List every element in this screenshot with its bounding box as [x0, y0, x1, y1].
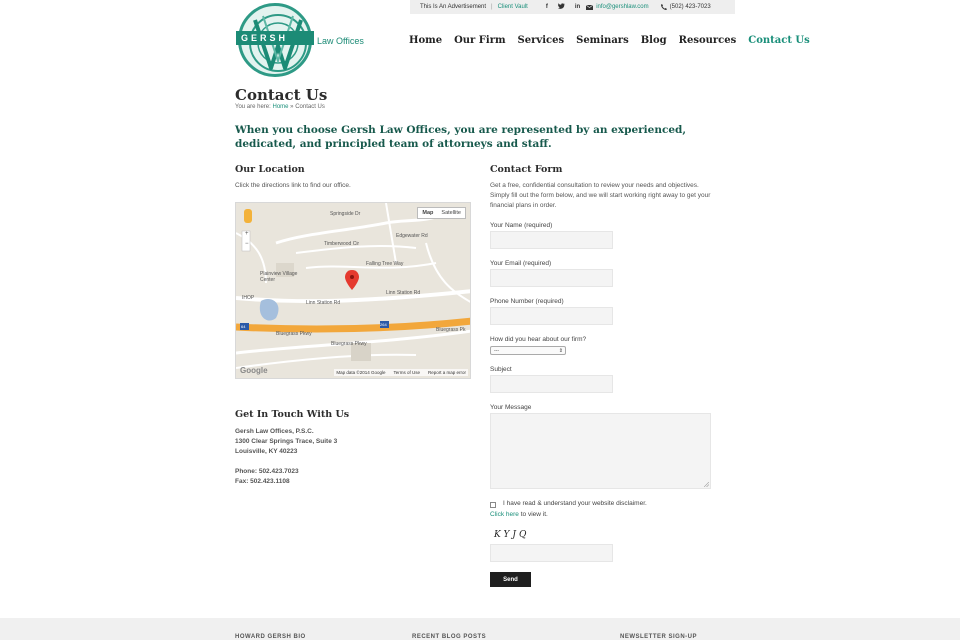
nav-resources[interactable]: Resources — [679, 35, 737, 46]
main-nav: Home Our Firm Services Seminars Blog Res… — [409, 35, 810, 46]
name-label: Your Name (required) — [490, 222, 553, 229]
linkedin-icon[interactable]: in — [575, 4, 580, 10]
message-label: Your Message — [490, 404, 532, 411]
resize-handle-icon[interactable] — [704, 482, 709, 487]
logo-text: Law Offices — [317, 36, 364, 46]
map-label-bluegrass-pkwy: Bluegrass Pkwy — [331, 341, 367, 347]
breadcrumb-current: Contact Us — [295, 104, 325, 110]
map-label-bluegrass-pk: Bluegrass Pk — [436, 327, 466, 333]
subject-input[interactable] — [490, 375, 613, 393]
hear-label: How did you hear about our firm? — [490, 336, 587, 343]
nav-blog[interactable]: Blog — [641, 35, 667, 46]
map-zoom-out[interactable]: − — [245, 241, 249, 247]
map-report-link[interactable]: Report a map error — [428, 370, 466, 375]
email-label: Your Email (required) — [490, 260, 552, 267]
office-fax: Fax: 502.423.1108 — [235, 478, 290, 485]
map-label-plainview: Plainview Village Center — [260, 271, 298, 283]
form-heading: Contact Form — [490, 164, 563, 175]
name-input[interactable] — [490, 231, 613, 249]
logo-band: GERSH — [236, 31, 314, 45]
message-textarea[interactable] — [490, 413, 711, 489]
disclaimer-view-text: to view it. — [520, 511, 548, 518]
phone-text[interactable]: (502) 423-7023 — [670, 4, 711, 10]
office-address: Gersh Law Offices, P.S.C. 1300 Clear Spr… — [235, 427, 337, 487]
map-type-toggle: Map Satellite — [417, 207, 466, 219]
disclaimer-click-here-link[interactable]: Click here — [490, 511, 519, 518]
touch-heading: Get In Touch With Us — [235, 409, 350, 420]
location-subtext: Click the directions link to find our of… — [235, 182, 351, 189]
hear-select[interactable]: --- ⇕ — [490, 346, 566, 355]
phone-input[interactable] — [490, 307, 613, 325]
footer: HOWARD GERSH BIO RECENT BLOG POSTS NEWSL… — [0, 618, 960, 640]
map-terms-link[interactable]: Terms of Use — [393, 370, 420, 375]
subject-label: Subject — [490, 366, 512, 373]
email-text[interactable]: info@gershlaw.com — [596, 4, 648, 10]
captcha-image: KYJQ — [494, 530, 530, 540]
form-description: Get a free, confidential consultation to… — [490, 182, 711, 209]
breadcrumb-prefix: You are here: — [235, 104, 271, 110]
nav-home[interactable]: Home — [409, 35, 442, 46]
client-vault-link[interactable]: Client Vault — [498, 4, 528, 10]
breadcrumb-home[interactable]: Home — [272, 104, 288, 110]
address-line-2: 1300 Clear Springs Trace, Suite 3 — [235, 438, 338, 445]
nav-contact-us[interactable]: Contact Us — [748, 35, 810, 46]
map-type-satellite[interactable]: Satellite — [437, 208, 465, 218]
phone-icon — [660, 4, 667, 10]
footer-col-newsletter: NEWSLETTER SIGN-UP — [620, 634, 698, 640]
email-link[interactable]: info@gershlaw.com — [586, 4, 649, 10]
facebook-icon[interactable]: f — [546, 4, 548, 10]
map-zoom-in[interactable]: + — [245, 231, 249, 237]
page-title: Contact Us — [235, 86, 328, 104]
map-data-credit: Map data ©2014 Google — [336, 370, 386, 375]
footer-col-blog: RECENT BLOG POSTS — [412, 634, 487, 640]
map-label-springside: Springside Dr — [330, 211, 361, 217]
map-shield-264: 264 — [380, 322, 387, 327]
google-map[interactable]: Timberwood Cir Plainview Village Center … — [235, 202, 471, 379]
email-input[interactable] — [490, 269, 613, 287]
map-label-linn-station: Linn Station Rd — [386, 290, 421, 296]
map-label-falling-tree: Falling Tree Way — [366, 261, 404, 267]
nav-our-firm[interactable]: Our Firm — [454, 35, 505, 46]
hear-selected-value: --- — [494, 348, 499, 354]
map-label-linn-station-west: Linn Station Rd — [306, 300, 341, 306]
social-links: f in — [546, 3, 580, 11]
map-type-map[interactable]: Map — [418, 208, 437, 218]
envelope-icon — [586, 4, 594, 10]
map-shield-64: 64 — [241, 324, 246, 329]
intro-statement: When you choose Gersh Law Offices, you a… — [235, 124, 687, 150]
address-line-3: Louisville, KY 40223 — [235, 448, 298, 455]
disclaimer-checkbox[interactable] — [490, 502, 496, 508]
phone-link[interactable]: (502) 423-7023 — [660, 4, 711, 10]
nav-seminars[interactable]: Seminars — [576, 35, 629, 46]
address-line-1: Gersh Law Offices, P.S.C. — [235, 428, 314, 435]
disclaimer-link-line: Click here to view it. — [490, 511, 548, 518]
map-footer: Map data ©2014 Google Terms of Use Repor… — [334, 369, 468, 376]
phone-label: Phone Number (required) — [490, 298, 564, 305]
map-label-bluegrass-pkwy-west: Bluegrass Pkwy — [276, 331, 312, 337]
breadcrumb: You are here: Home » Contact Us — [235, 104, 325, 110]
map-label-edgewater: Edgewater Rd — [396, 233, 428, 239]
topbar-separator: | — [491, 4, 493, 10]
send-button[interactable]: Send — [490, 572, 531, 587]
captcha-input[interactable] — [490, 544, 613, 562]
nav-services[interactable]: Services — [518, 35, 565, 46]
footer-col-bio: HOWARD GERSH BIO — [235, 634, 306, 640]
map-label-ihop: IHOP — [242, 295, 255, 301]
advertisement-notice: This Is An Advertisement — [420, 4, 487, 10]
disclaimer-label: I have read & understand your website di… — [503, 500, 647, 507]
breadcrumb-separator: » — [290, 104, 294, 110]
select-arrows-icon: ⇕ — [558, 348, 563, 354]
location-heading: Our Location — [235, 164, 305, 175]
google-logo[interactable]: Google — [240, 366, 268, 375]
site-logo[interactable]: GERSH Law Offices — [236, 3, 366, 77]
top-bar: This Is An Advertisement | Client Vault … — [410, 0, 735, 14]
map-label-timberwood: Timberwood Cir — [324, 241, 360, 247]
office-phone: Phone: 502.423.7023 — [235, 468, 299, 475]
map-canvas — [236, 203, 470, 378]
twitter-icon[interactable] — [557, 3, 565, 11]
